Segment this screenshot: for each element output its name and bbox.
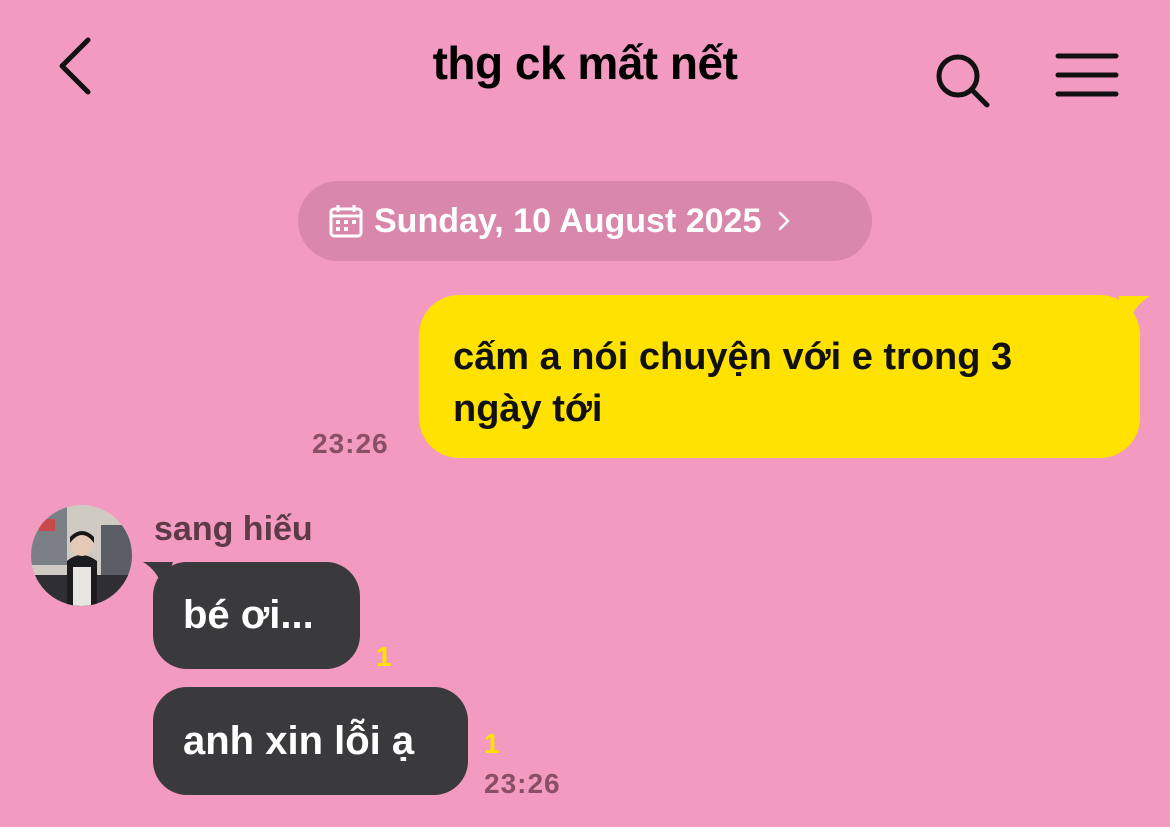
search-icon <box>936 54 990 108</box>
date-divider[interactable]: Sunday, 10 August 2025 <box>298 181 872 261</box>
sender-name: sang hiếu <box>154 510 313 548</box>
message-text-line: ngày tới <box>453 388 603 430</box>
message-text: bé ơi... <box>183 593 314 637</box>
chat-title: thg ck mất nết <box>432 37 738 89</box>
menu-button[interactable] <box>1054 50 1120 102</box>
outgoing-message[interactable]: cấm a nói chuyện với e trong 3 ngày tới <box>419 295 1140 458</box>
unread-count: 1 <box>484 728 500 759</box>
chevron-right-icon <box>779 211 790 231</box>
message-text: anh xin lỗi ạ <box>183 718 415 763</box>
hamburger-menu-icon <box>1055 53 1119 97</box>
date-text: Sunday, 10 August 2025 <box>374 201 762 240</box>
incoming-message[interactable]: anh xin lỗi ạ <box>153 687 468 795</box>
unread-count: 1 <box>376 641 392 672</box>
chat-header: thg ck mất nết <box>0 0 1170 140</box>
message-timestamp: 23:26 <box>312 428 389 459</box>
message-text-line: cấm a nói chuyện với e trong 3 <box>453 336 1013 378</box>
profile-photo <box>31 505 132 606</box>
calendar-icon <box>329 205 363 238</box>
avatar[interactable] <box>31 505 132 606</box>
incoming-message[interactable]: bé ơi... <box>153 562 360 669</box>
message-timestamp: 23:26 <box>484 768 561 799</box>
search-button[interactable] <box>932 50 992 110</box>
